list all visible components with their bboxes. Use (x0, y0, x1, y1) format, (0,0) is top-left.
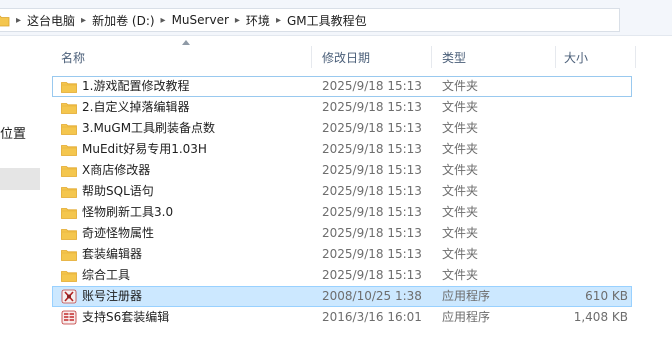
column-header-date[interactable]: 修改日期 (312, 42, 432, 72)
file-modified-date: 2025/9/18 15:13 (322, 100, 422, 114)
breadcrumb: ▸ 这台电脑 ▸ 新加卷 (D:) ▸ MuServer ▸ 环境 ▸ GM工具… (10, 9, 367, 31)
file-name: 1.游戏配置修改教程 (82, 79, 190, 93)
folder-icon (61, 184, 77, 199)
file-name: 支持S6套装编辑 (82, 310, 170, 324)
folder-icon (61, 163, 77, 178)
file-modified-date: 2025/9/18 15:13 (322, 142, 422, 156)
file-row[interactable]: 支持S6套装编辑 2016/3/16 16:01 应用程序 1,408 KB (52, 307, 672, 328)
column-header-size-label: 大小 (564, 50, 589, 65)
column-header-name-label: 名称 (61, 50, 86, 65)
folder-icon (61, 205, 77, 220)
column-header-row: 名称 修改日期 类型 大小 (52, 40, 672, 72)
file-type: 应用程序 (442, 289, 491, 303)
file-row[interactable]: 1.游戏配置修改教程 2025/9/18 15:13 文件夹 (52, 76, 632, 97)
breadcrumb-env[interactable]: 环境 (246, 12, 270, 29)
file-name: MuEdit好易专用1.03H (82, 142, 207, 156)
file-modified-date: 2025/9/18 15:13 (322, 184, 422, 198)
file-size: 1,408 KB (573, 310, 628, 324)
file-size (552, 265, 628, 286)
file-name: 奇迹怪物属性 (82, 226, 155, 240)
file-size: 610 KB (585, 289, 628, 303)
file-type: 文件夹 (442, 226, 479, 240)
file-modified-date: 2025/9/18 15:13 (322, 205, 422, 219)
file-row[interactable]: 账号注册器 2008/10/25 1:38 应用程序 610 KB (52, 286, 632, 307)
chevron-right-icon[interactable]: ▸ (276, 15, 281, 26)
file-type: 文件夹 (442, 247, 479, 261)
file-modified-date: 2016/3/16 16:01 (322, 310, 422, 324)
file-name: 综合工具 (82, 268, 131, 282)
file-type: 文件夹 (442, 163, 479, 177)
file-size (552, 139, 628, 160)
file-modified-date: 2025/9/18 15:13 (322, 79, 422, 93)
file-row[interactable]: 帮助SQL语句 2025/9/18 15:13 文件夹 (52, 181, 672, 202)
file-modified-date: 2025/9/18 15:13 (322, 268, 422, 282)
nav-item-location[interactable]: 位置 (0, 123, 26, 142)
file-name: X商店修改器 (82, 163, 151, 177)
file-row[interactable]: 综合工具 2025/9/18 15:13 文件夹 (52, 265, 672, 286)
file-type: 文件夹 (442, 79, 479, 93)
file-type: 文件夹 (442, 184, 479, 198)
column-header-size[interactable]: 大小 (556, 42, 636, 72)
chevron-right-icon[interactable]: ▸ (16, 15, 21, 26)
folder-icon (61, 100, 77, 115)
breadcrumb-muserver[interactable]: MuServer (172, 13, 229, 27)
file-row[interactable]: 奇迹怪物属性 2025/9/18 15:13 文件夹 (52, 223, 672, 244)
file-row[interactable]: 2.自定义掉落编辑器 2025/9/18 15:13 文件夹 (52, 97, 672, 118)
file-name: 帮助SQL语句 (82, 184, 154, 198)
file-type: 文件夹 (442, 142, 479, 156)
file-name: 怪物刷新工具3.0 (82, 205, 174, 219)
column-header-type[interactable]: 类型 (432, 42, 556, 72)
file-modified-date: 2025/9/18 15:13 (322, 163, 422, 177)
chevron-right-icon[interactable]: ▸ (81, 15, 86, 26)
file-row[interactable]: MuEdit好易专用1.03H 2025/9/18 15:13 文件夹 (52, 139, 672, 160)
application-icon (61, 310, 77, 325)
file-size (552, 76, 628, 97)
file-name: 账号注册器 (82, 289, 143, 303)
folder-icon (0, 15, 10, 27)
file-size (552, 160, 628, 181)
file-type: 文件夹 (442, 121, 479, 135)
file-type: 文件夹 (442, 268, 479, 282)
chevron-right-icon[interactable]: ▸ (235, 15, 240, 26)
file-size (552, 97, 628, 118)
file-name: 3.MuGM工具刷装备点数 (82, 121, 216, 135)
breadcrumb-drive-d[interactable]: 新加卷 (D:) (92, 12, 154, 29)
chevron-right-icon[interactable]: ▸ (161, 15, 166, 26)
address-bar[interactable]: ▸ 这台电脑 ▸ 新加卷 (D:) ▸ MuServer ▸ 环境 ▸ GM工具… (0, 8, 620, 32)
file-name: 套装编辑器 (82, 247, 143, 261)
file-size (552, 223, 628, 244)
application-icon (61, 289, 77, 304)
breadcrumb-gm-tools[interactable]: GM工具教程包 (287, 12, 367, 29)
folder-icon (61, 226, 77, 241)
column-divider[interactable] (635, 46, 636, 68)
file-row[interactable]: X商店修改器 2025/9/18 15:13 文件夹 (52, 160, 672, 181)
column-header-type-label: 类型 (442, 50, 467, 65)
file-row[interactable]: 套装编辑器 2025/9/18 15:13 文件夹 (52, 244, 672, 265)
file-modified-date: 2008/10/25 1:38 (322, 289, 422, 303)
file-row[interactable]: 3.MuGM工具刷装备点数 2025/9/18 15:13 文件夹 (52, 118, 672, 139)
file-size (552, 202, 628, 223)
folder-icon (61, 79, 77, 94)
file-modified-date: 2025/9/18 15:13 (322, 121, 422, 135)
column-header-name[interactable]: 名称 (52, 42, 312, 72)
folder-icon (61, 121, 77, 136)
folder-icon (61, 247, 77, 262)
file-row[interactable]: 怪物刷新工具3.0 2025/9/18 15:13 文件夹 (52, 202, 672, 223)
address-bar-region: ▸ 这台电脑 ▸ 新加卷 (D:) ▸ MuServer ▸ 环境 ▸ GM工具… (0, 0, 672, 36)
file-modified-date: 2025/9/18 15:13 (322, 226, 422, 240)
file-type: 文件夹 (442, 205, 479, 219)
breadcrumb-this-pc[interactable]: 这台电脑 (27, 12, 75, 29)
column-header-date-label: 修改日期 (322, 50, 371, 65)
folder-icon (61, 268, 77, 283)
file-list: 1.游戏配置修改教程 2025/9/18 15:13 文件夹 2.自定义掉落编辑器 20… (52, 76, 672, 328)
file-type: 应用程序 (442, 310, 491, 324)
file-type: 文件夹 (442, 100, 479, 114)
file-size (552, 181, 628, 202)
folder-icon (61, 142, 77, 157)
nav-item-selected[interactable] (0, 168, 40, 190)
file-name: 2.自定义掉落编辑器 (82, 100, 190, 114)
file-modified-date: 2025/9/18 15:13 (322, 247, 422, 261)
file-size (552, 118, 628, 139)
file-size (552, 244, 628, 265)
